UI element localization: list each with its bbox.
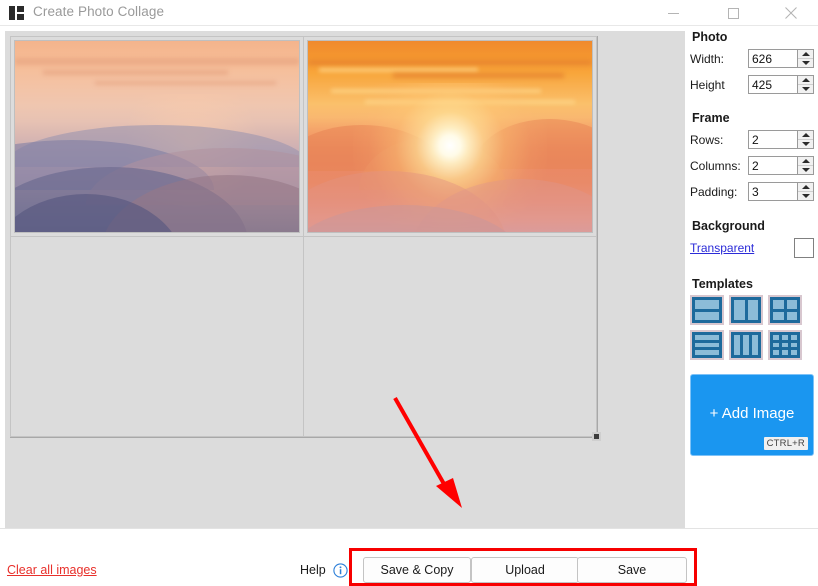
frame-section-heading: Frame <box>692 111 730 125</box>
options-panel: Photo Width: Height <box>690 30 814 550</box>
template-2-rows[interactable] <box>690 295 724 325</box>
clear-all-images-link[interactable]: Clear all images <box>7 563 97 577</box>
frame-columns-input[interactable] <box>749 157 797 174</box>
collage-grid-icon <box>9 6 24 20</box>
frame-rows-label: Rows: <box>690 132 724 147</box>
background-row: Transparent <box>690 237 814 259</box>
frame-rows-increment-icon[interactable] <box>798 131 813 139</box>
work-area: Photo Width: Height <box>0 26 818 586</box>
photo-width-row: Width: <box>690 48 814 69</box>
frame-padding-increment-icon[interactable] <box>798 183 813 191</box>
orange-sunburst-sunset-photo <box>308 41 592 232</box>
maximize-icon[interactable] <box>710 0 756 26</box>
photo-width-label: Width: <box>690 51 725 66</box>
title-bar: Create Photo Collage <box>0 0 818 26</box>
photo-width-decrement-icon[interactable] <box>798 58 813 67</box>
photo-width-input[interactable] <box>749 50 797 67</box>
collage-canvas[interactable] <box>5 31 685 549</box>
minimize-icon[interactable] <box>650 0 696 26</box>
collage-cell-4[interactable] <box>303 236 597 437</box>
window-title: Create Photo Collage <box>33 4 165 19</box>
photo-height-label: Height <box>690 77 725 92</box>
collage-cell-4-placeholder[interactable] <box>308 241 592 432</box>
collage-frame[interactable] <box>10 36 598 438</box>
upload-button[interactable]: Upload <box>471 557 579 583</box>
close-icon[interactable] <box>768 0 814 26</box>
frame-columns-increment-icon[interactable] <box>798 157 813 165</box>
collage-cell-1[interactable] <box>10 36 304 237</box>
template-3x3-grid[interactable] <box>768 330 802 360</box>
collage-cell-2[interactable] <box>303 36 597 237</box>
frame-padding-label: Padding: <box>690 184 738 199</box>
background-section-heading: Background <box>692 219 765 233</box>
add-image-label: + Add Image <box>709 405 795 422</box>
template-3-columns[interactable] <box>729 330 763 360</box>
photo-height-decrement-icon[interactable] <box>798 84 813 93</box>
frame-columns-stepper[interactable] <box>748 156 814 175</box>
photo-height-input[interactable] <box>749 76 797 93</box>
photo-height-increment-icon[interactable] <box>798 76 813 84</box>
frame-columns-row: Columns: <box>690 155 814 176</box>
photo-collage-window: Create Photo Collage Photo Width: 626 He… <box>0 0 818 586</box>
info-circle-icon[interactable] <box>333 563 348 578</box>
templates-grid <box>690 295 814 360</box>
frame-padding-row: Padding: <box>690 181 814 202</box>
templates-section-heading: Templates <box>692 277 753 291</box>
template-2-columns[interactable] <box>729 295 763 325</box>
frame-columns-label: Columns: <box>690 158 741 173</box>
add-image-button[interactable]: + Add Image CTRL+R <box>690 374 814 456</box>
bottom-bar: Clear all images Help Save & Copy Upload… <box>0 528 818 586</box>
collage-cell-1-image[interactable] <box>15 41 299 232</box>
frame-rows-stepper[interactable] <box>748 130 814 149</box>
frame-columns-decrement-icon[interactable] <box>798 165 813 174</box>
photo-width-increment-icon[interactable] <box>798 50 813 58</box>
frame-rows-row: Rows: <box>690 129 814 150</box>
collage-cell-2-image[interactable] <box>308 41 592 232</box>
photo-section-heading: Photo <box>692 30 728 44</box>
add-image-shortcut-badge: CTRL+R <box>763 437 808 450</box>
save-button[interactable]: Save <box>577 557 687 583</box>
save-and-copy-button[interactable]: Save & Copy <box>363 557 471 583</box>
frame-padding-input[interactable] <box>749 183 797 200</box>
help-label: Help <box>300 563 326 577</box>
frame-padding-stepper[interactable] <box>748 182 814 201</box>
template-2x2-grid[interactable] <box>768 295 802 325</box>
collage-resize-handle[interactable] <box>592 432 601 441</box>
template-3-rows[interactable] <box>690 330 724 360</box>
photo-width-stepper[interactable] <box>748 49 814 68</box>
photo-height-row: Height <box>690 74 814 95</box>
collage-cell-3-placeholder[interactable] <box>15 241 299 432</box>
frame-rows-decrement-icon[interactable] <box>798 139 813 148</box>
hazy-layered-mountains-photo <box>15 41 299 232</box>
frame-padding-decrement-icon[interactable] <box>798 191 813 200</box>
background-color-swatch[interactable] <box>794 238 814 258</box>
photo-height-stepper[interactable] <box>748 75 814 94</box>
collage-cell-3[interactable] <box>10 236 304 437</box>
frame-rows-input[interactable] <box>749 131 797 148</box>
transparent-background-link[interactable]: Transparent <box>690 241 754 255</box>
